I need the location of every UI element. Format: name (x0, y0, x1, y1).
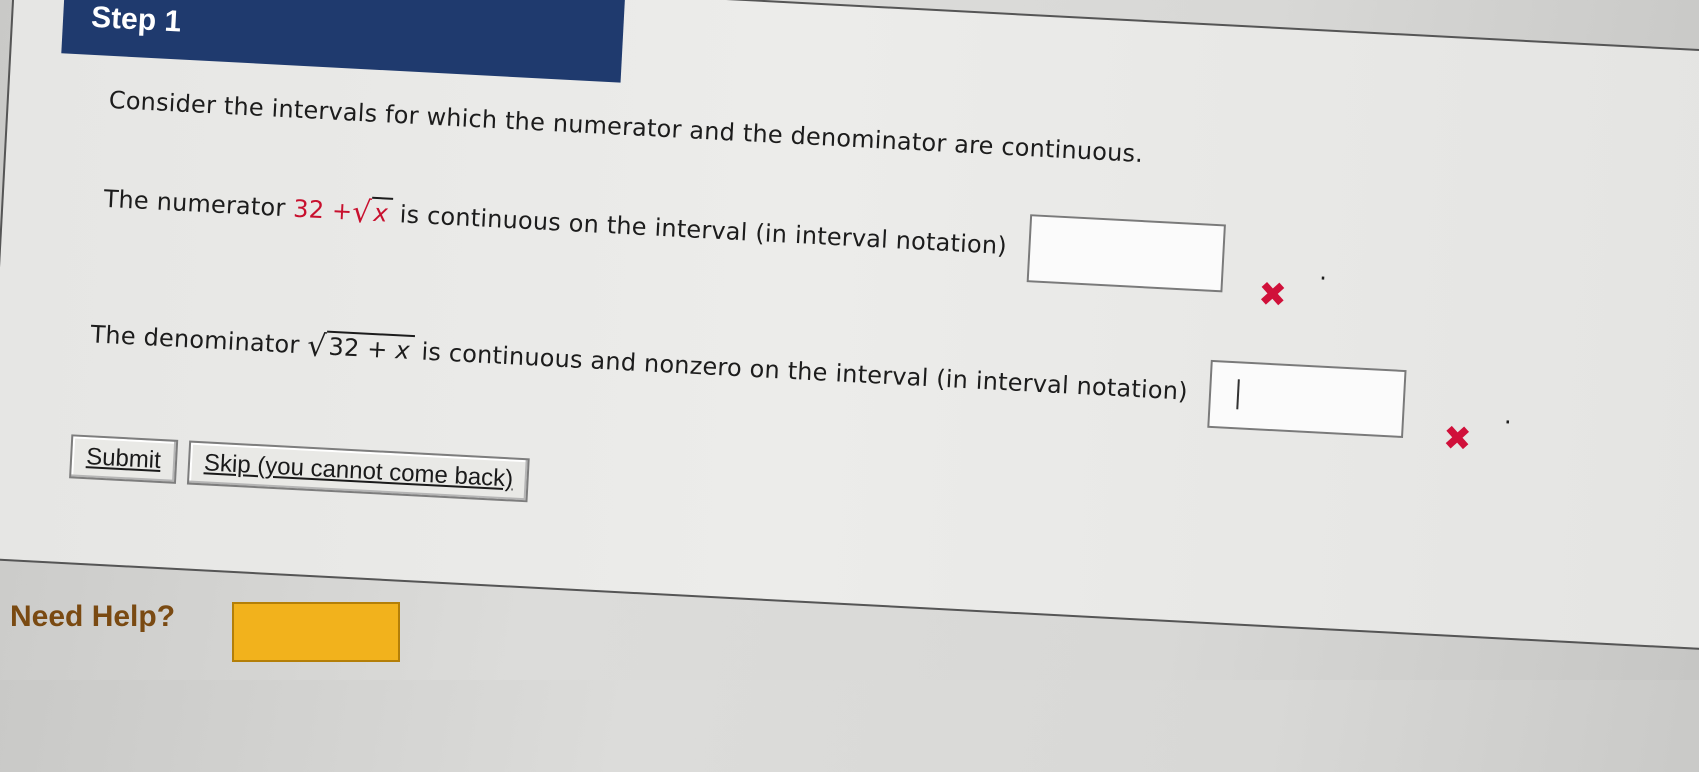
denominator-radicand-const: 32 + (327, 332, 397, 365)
square-root-icon: √ (306, 328, 328, 365)
help-button[interactable] (232, 602, 400, 662)
numerator-suffix: is continuous on the interval (in interv… (399, 200, 1008, 261)
step-header: Step 1 (61, 0, 626, 83)
x-mark-icon: ✖ (1257, 274, 1288, 316)
numerator-period: . (1318, 257, 1328, 286)
denominator-expression-radicand: 32 + x (325, 330, 415, 366)
text-caret (1236, 379, 1241, 410)
submit-button[interactable]: Submit (69, 434, 178, 484)
need-help-label: Need Help? (10, 600, 176, 633)
step-title: Step 1 (90, 0, 182, 39)
denominator-line: The denominator √32 + x is continuous an… (89, 301, 1407, 439)
numerator-interval-input[interactable] (1026, 214, 1227, 293)
numerator-line: The numerator 32 +√x is continuous on th… (102, 166, 1227, 293)
intro-text: Consider the intervals for which the num… (108, 85, 1144, 169)
numerator-expression-const: 32 + (292, 194, 354, 226)
numerator-expression: 32 +√x (292, 194, 401, 231)
denominator-radicand-var: x (394, 336, 411, 365)
numerator-expression-radicand: x (370, 196, 393, 228)
denominator-interval-input[interactable] (1207, 359, 1407, 439)
skip-button[interactable]: Skip (you cannot come back) (186, 440, 531, 503)
question-card: Step 1 Consider the intervals for which … (0, 0, 1699, 652)
denominator-suffix: is continuous and nonzero on the interva… (420, 337, 1189, 406)
denominator-period: . (1503, 401, 1513, 430)
x-mark-icon: ✖ (1442, 418, 1473, 460)
square-root-icon: √ (351, 194, 373, 231)
denominator-prefix: The denominator (89, 320, 301, 360)
numerator-prefix: The numerator (103, 184, 287, 223)
